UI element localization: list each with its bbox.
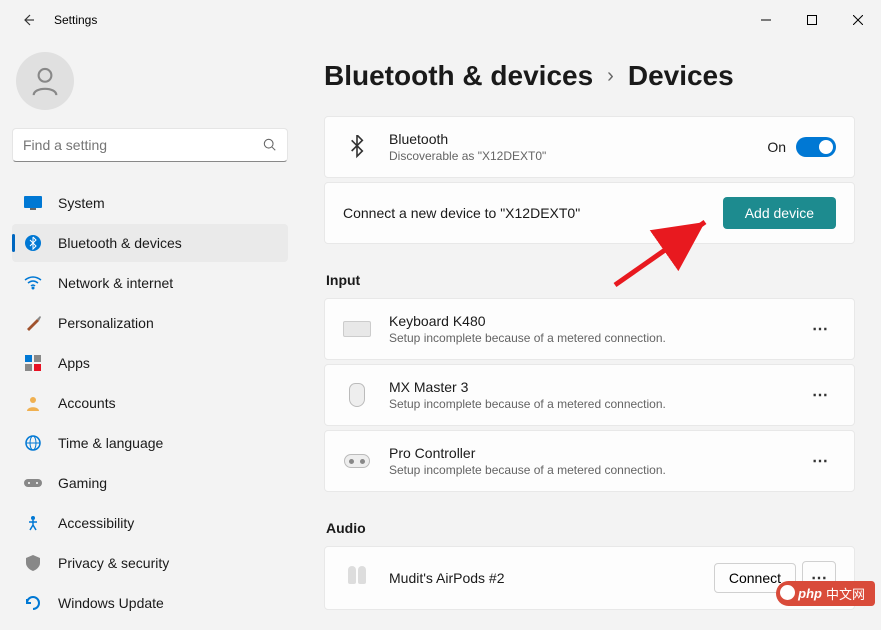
sidebar-item-label: Bluetooth & devices (58, 235, 182, 251)
breadcrumb-current: Devices (628, 60, 734, 92)
sidebar-item-gaming[interactable]: Gaming (12, 464, 288, 502)
device-controller[interactable]: Pro Controller Setup incomplete because … (324, 430, 855, 492)
sidebar-item-bluetooth[interactable]: Bluetooth & devices (12, 224, 288, 262)
titlebar: Settings (0, 0, 881, 40)
accessibility-icon (24, 514, 42, 532)
chevron-right-icon: › (607, 65, 614, 88)
bluetooth-sub: Discoverable as "X12DEXT0" (389, 149, 767, 163)
bluetooth-toggle[interactable] (796, 137, 836, 157)
bluetooth-title: Bluetooth (389, 131, 767, 147)
sidebar-item-label: Accounts (58, 395, 116, 411)
sidebar-item-network[interactable]: Network & internet (12, 264, 288, 302)
sidebar: System Bluetooth & devices Network & int… (0, 40, 300, 630)
search-input[interactable] (23, 137, 263, 153)
section-input: Input (326, 272, 855, 288)
sidebar-item-apps[interactable]: Apps (12, 344, 288, 382)
brush-icon (24, 314, 42, 332)
sidebar-item-privacy[interactable]: Privacy & security (12, 544, 288, 582)
arrow-left-icon (20, 12, 36, 28)
device-title: Mudit's AirPods #2 (389, 570, 714, 586)
sidebar-item-label: Apps (58, 355, 90, 371)
breadcrumb: Bluetooth & devices › Devices (324, 60, 855, 92)
section-audio: Audio (326, 520, 855, 536)
sidebar-item-accounts[interactable]: Accounts (12, 384, 288, 422)
back-button[interactable] (10, 2, 46, 38)
keyboard-icon (343, 321, 371, 337)
add-device-button[interactable]: Add device (723, 197, 836, 229)
window-controls (743, 0, 881, 40)
sidebar-item-accessibility[interactable]: Accessibility (12, 504, 288, 542)
mouse-icon (349, 383, 365, 407)
breadcrumb-parent[interactable]: Bluetooth & devices (324, 60, 593, 92)
globe-icon (24, 434, 42, 452)
sidebar-item-time[interactable]: Time & language (12, 424, 288, 462)
connect-card: Connect a new device to "X12DEXT0" Add d… (324, 182, 855, 244)
search-icon (263, 138, 277, 152)
user-icon (28, 64, 62, 98)
device-airpods[interactable]: Mudit's AirPods #2 Connect ⋯ (324, 546, 855, 610)
device-mouse[interactable]: MX Master 3 Setup incomplete because of … (324, 364, 855, 426)
sidebar-item-label: Accessibility (58, 515, 134, 531)
search-box[interactable] (12, 128, 288, 162)
wifi-icon (24, 274, 42, 292)
sidebar-item-system[interactable]: System (12, 184, 288, 222)
gamepad-icon (24, 474, 42, 492)
device-sub: Setup incomplete because of a metered co… (389, 331, 804, 345)
device-keyboard[interactable]: Keyboard K480 Setup incomplete because o… (324, 298, 855, 360)
shield-icon (24, 554, 42, 572)
device-title: Keyboard K480 (389, 313, 804, 329)
bluetooth-card: Bluetooth Discoverable as "X12DEXT0" On (324, 116, 855, 178)
apps-icon (24, 354, 42, 372)
airpods-icon (345, 566, 369, 590)
sidebar-item-label: Gaming (58, 475, 107, 491)
sidebar-item-label: Network & internet (58, 275, 173, 291)
display-icon (24, 194, 42, 212)
controller-icon (344, 454, 370, 468)
sidebar-item-label: Privacy & security (58, 555, 169, 571)
connect-text: Connect a new device to "X12DEXT0" (343, 205, 723, 221)
device-title: Pro Controller (389, 445, 804, 461)
sidebar-item-update[interactable]: Windows Update (12, 584, 288, 622)
person-icon (24, 394, 42, 412)
sidebar-item-label: Time & language (58, 435, 163, 451)
main-content: Bluetooth & devices › Devices Bluetooth … (300, 40, 881, 630)
bluetooth-icon (343, 135, 371, 159)
more-button[interactable]: ⋯ (804, 445, 836, 477)
device-title: MX Master 3 (389, 379, 804, 395)
update-icon (24, 594, 42, 612)
more-button[interactable]: ⋯ (804, 379, 836, 411)
sidebar-item-personalization[interactable]: Personalization (12, 304, 288, 342)
minimize-button[interactable] (743, 0, 789, 40)
device-sub: Setup incomplete because of a metered co… (389, 397, 804, 411)
sidebar-item-label: Personalization (58, 315, 154, 331)
maximize-button[interactable] (789, 0, 835, 40)
avatar[interactable] (16, 52, 74, 110)
php-badge: php 中文网 (776, 581, 875, 606)
toggle-label: On (767, 139, 786, 155)
sidebar-item-label: Windows Update (58, 595, 164, 611)
more-button[interactable]: ⋯ (804, 313, 836, 345)
sidebar-item-label: System (58, 195, 105, 211)
device-sub: Setup incomplete because of a metered co… (389, 463, 804, 477)
bluetooth-icon (24, 234, 42, 252)
close-button[interactable] (835, 0, 881, 40)
window-title: Settings (54, 13, 97, 27)
